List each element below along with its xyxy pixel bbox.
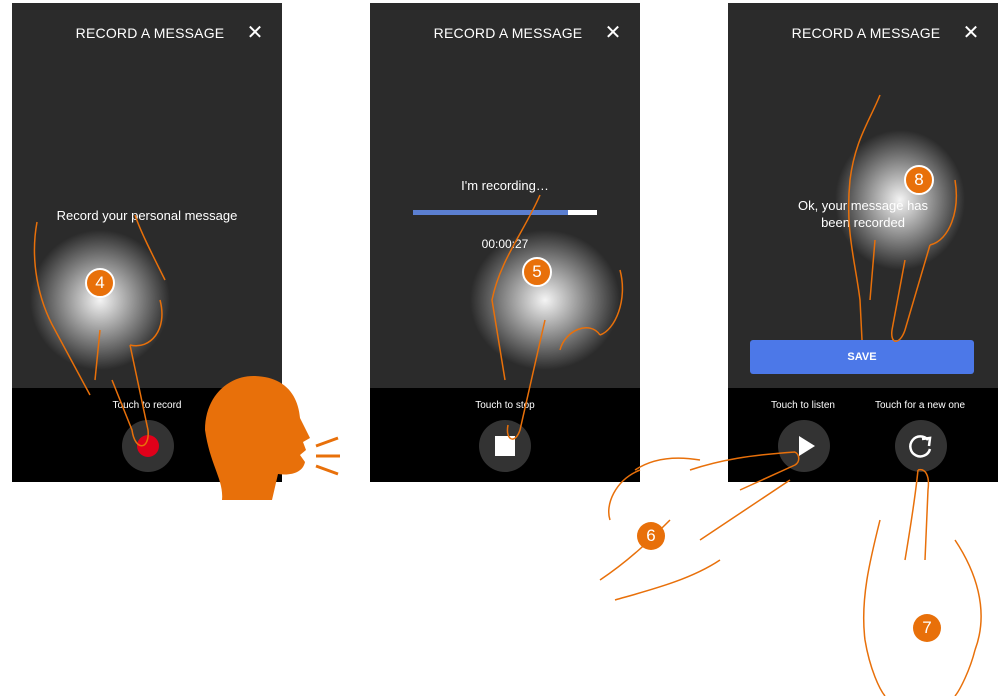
step-badge: 6 — [637, 522, 665, 550]
pointing-hand-icon — [599, 451, 800, 601]
step-badge: 5 — [522, 257, 552, 287]
pointing-hand-icon — [862, 468, 982, 696]
step-badge: 8 — [904, 165, 934, 195]
instruction-illustration — [30, 94, 982, 696]
step-badge: 4 — [85, 268, 115, 298]
step-badge: 7 — [913, 614, 941, 642]
hand-glow — [835, 130, 965, 270]
hand-glow — [30, 230, 170, 370]
speaking-head-icon — [205, 375, 340, 500]
